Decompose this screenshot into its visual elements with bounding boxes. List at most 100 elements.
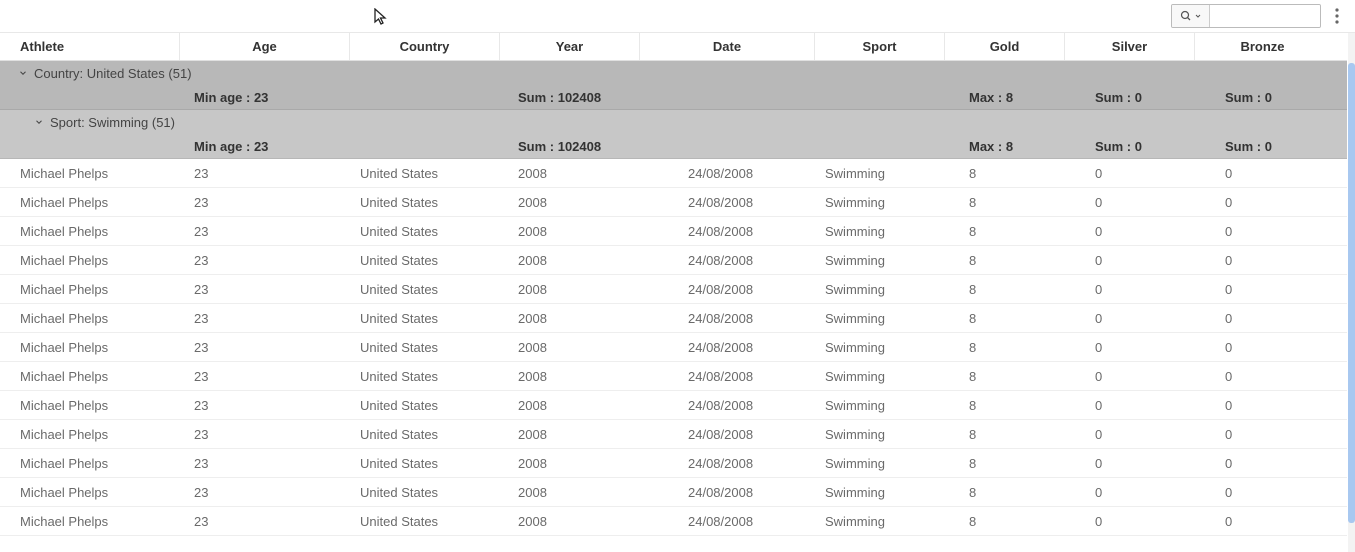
cell-year: 2008 (500, 507, 640, 535)
col-header-silver[interactable]: Silver (1065, 33, 1195, 60)
cell-sport: Swimming (815, 159, 945, 187)
table-row[interactable]: Michael Phelps23United States200824/08/2… (0, 275, 1347, 304)
cell-athlete: Michael Phelps (0, 217, 180, 245)
cell-gold: 8 (945, 333, 1065, 361)
cell-silver: 0 (1065, 507, 1195, 535)
cell-silver: 0 (1065, 159, 1195, 187)
agg-silver: Sum : 0 (1065, 85, 1195, 109)
cell-date: 24/08/2008 (640, 507, 815, 535)
cell-country: United States (350, 420, 500, 448)
col-header-label: Sport (863, 39, 897, 54)
table-row[interactable]: Michael Phelps23United States200824/08/2… (0, 391, 1347, 420)
cell-country: United States (350, 304, 500, 332)
cell-date: 24/08/2008 (640, 449, 815, 477)
col-header-sport[interactable]: Sport (815, 33, 945, 60)
cell-gold: 8 (945, 391, 1065, 419)
cell-athlete: Michael Phelps (0, 333, 180, 361)
cell-date: 24/08/2008 (640, 333, 815, 361)
cell-year: 2008 (500, 188, 640, 216)
col-header-age[interactable]: Age (180, 33, 350, 60)
cell-athlete: Michael Phelps (0, 304, 180, 332)
cell-age: 23 (180, 420, 350, 448)
cell-country: United States (350, 478, 500, 506)
cell-country: United States (350, 188, 500, 216)
column-header-row: Athlete Age Country Year Date Sport Gold… (0, 33, 1347, 61)
cell-gold: 8 (945, 449, 1065, 477)
search-input[interactable] (1210, 5, 1320, 27)
cell-gold: 8 (945, 275, 1065, 303)
cell-athlete: Michael Phelps (0, 478, 180, 506)
cell-gold: 8 (945, 478, 1065, 506)
cell-year: 2008 (500, 333, 640, 361)
cell-year: 2008 (500, 275, 640, 303)
col-header-bronze[interactable]: Bronze (1195, 33, 1330, 60)
cell-year: 2008 (500, 246, 640, 274)
cell-bronze: 0 (1195, 246, 1330, 274)
col-header-year[interactable]: Year (500, 33, 640, 60)
chevron-down-icon (34, 117, 46, 127)
cell-athlete: Michael Phelps (0, 188, 180, 216)
cell-athlete: Michael Phelps (0, 246, 180, 274)
cell-date: 24/08/2008 (640, 217, 815, 245)
cell-gold: 8 (945, 362, 1065, 390)
vertical-scrollbar-thumb[interactable] (1348, 63, 1355, 523)
search-dropdown-button[interactable] (1172, 5, 1210, 27)
cell-age: 23 (180, 391, 350, 419)
cell-silver: 0 (1065, 304, 1195, 332)
col-header-gold[interactable]: Gold (945, 33, 1065, 60)
table-row[interactable]: Michael Phelps23United States200824/08/2… (0, 507, 1347, 536)
group-aggregate-sport: Min age : 23 Sum : 102408 Max : 8 Sum : … (0, 134, 1347, 159)
vertical-scrollbar-track[interactable] (1348, 33, 1355, 552)
cell-silver: 0 (1065, 362, 1195, 390)
chevron-down-icon (1194, 12, 1202, 20)
cell-date: 24/08/2008 (640, 188, 815, 216)
table-row[interactable]: Michael Phelps23United States200824/08/2… (0, 478, 1347, 507)
table-row[interactable]: Michael Phelps23United States200824/08/2… (0, 246, 1347, 275)
agg-bronze: Sum : 0 (1195, 85, 1330, 109)
col-header-label: Country (400, 39, 450, 54)
col-header-country[interactable]: Country (350, 33, 500, 60)
agg-year: Sum : 102408 (500, 134, 640, 158)
chevron-down-icon (18, 68, 30, 78)
table-row[interactable]: Michael Phelps23United States200824/08/2… (0, 188, 1347, 217)
cell-age: 23 (180, 159, 350, 187)
cell-bronze: 0 (1195, 449, 1330, 477)
table-row[interactable]: Michael Phelps23United States200824/08/2… (0, 159, 1347, 188)
col-header-label: Age (252, 39, 277, 54)
cell-date: 24/08/2008 (640, 246, 815, 274)
group-aggregate-country: Min age : 23 Sum : 102408 Max : 8 Sum : … (0, 85, 1347, 110)
group-row-sport[interactable]: Sport: Swimming (51) (0, 110, 1347, 134)
group-label: Sport: Swimming (51) (50, 115, 175, 130)
group-row-country[interactable]: Country: United States (51) (0, 61, 1347, 85)
agg-silver: Sum : 0 (1065, 134, 1195, 158)
table-row[interactable]: Michael Phelps23United States200824/08/2… (0, 420, 1347, 449)
group-label: Country: United States (51) (34, 66, 192, 81)
cell-date: 24/08/2008 (640, 362, 815, 390)
table-row[interactable]: Michael Phelps23United States200824/08/2… (0, 333, 1347, 362)
table-row[interactable]: Michael Phelps23United States200824/08/2… (0, 449, 1347, 478)
cell-date: 24/08/2008 (640, 275, 815, 303)
cell-athlete: Michael Phelps (0, 275, 180, 303)
table-row[interactable]: Michael Phelps23United States200824/08/2… (0, 362, 1347, 391)
cell-sport: Swimming (815, 478, 945, 506)
cell-sport: Swimming (815, 507, 945, 535)
cell-gold: 8 (945, 304, 1065, 332)
cell-year: 2008 (500, 217, 640, 245)
table-row[interactable]: Michael Phelps23United States200824/08/2… (0, 304, 1347, 333)
toolbar-more-button[interactable] (1327, 4, 1347, 28)
col-header-label: Bronze (1240, 39, 1284, 54)
cell-gold: 8 (945, 188, 1065, 216)
col-header-date[interactable]: Date (640, 33, 815, 60)
agg-bronze: Sum : 0 (1195, 134, 1330, 158)
dots-vertical-icon (1335, 8, 1339, 24)
cell-athlete: Michael Phelps (0, 420, 180, 448)
cell-year: 2008 (500, 449, 640, 477)
table-row[interactable]: Michael Phelps23United States200824/08/2… (0, 217, 1347, 246)
search-icon (1180, 10, 1192, 22)
cell-silver: 0 (1065, 333, 1195, 361)
cell-athlete: Michael Phelps (0, 507, 180, 535)
cell-country: United States (350, 275, 500, 303)
cell-sport: Swimming (815, 275, 945, 303)
col-header-athlete[interactable]: Athlete (0, 33, 180, 60)
cell-silver: 0 (1065, 217, 1195, 245)
